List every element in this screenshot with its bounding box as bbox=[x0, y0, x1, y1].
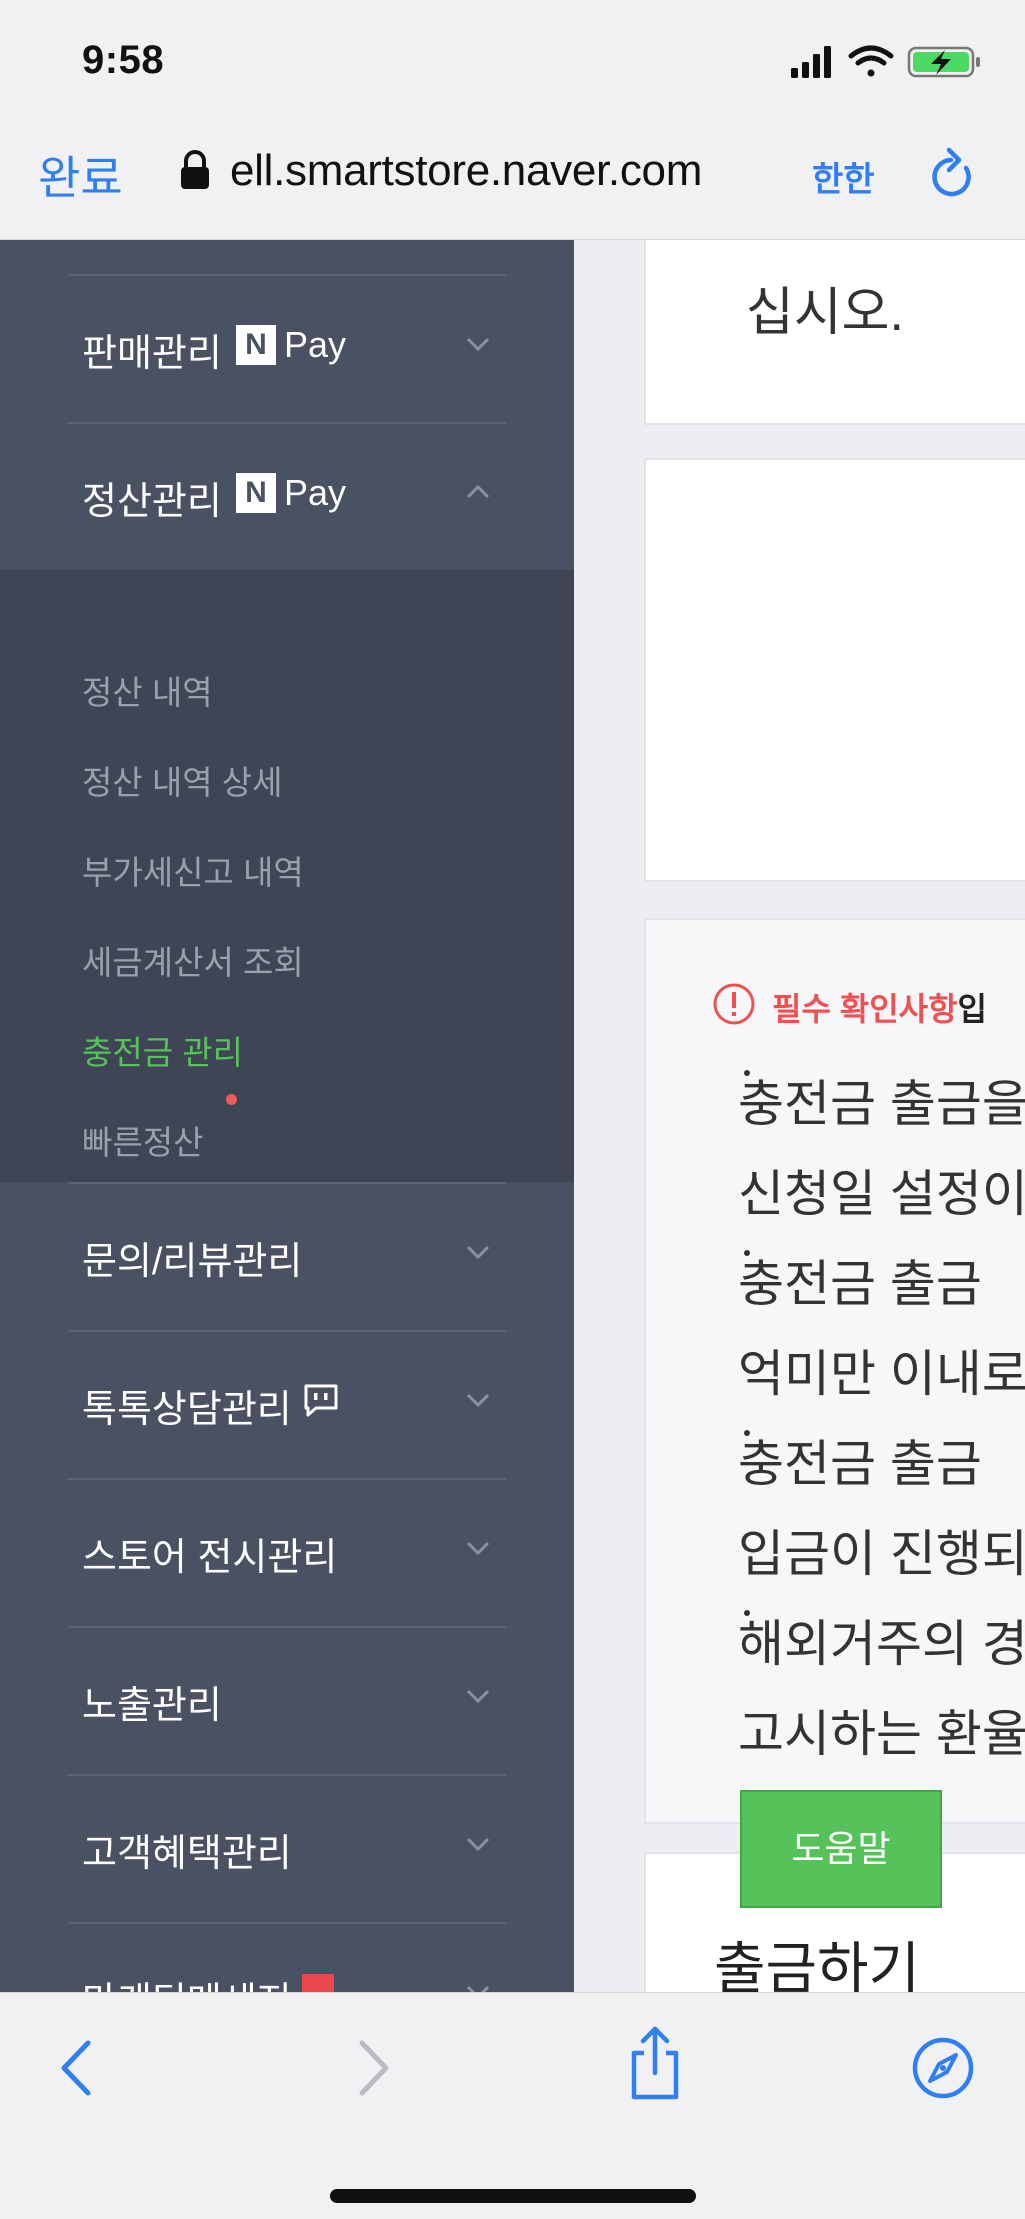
new-badge-icon bbox=[302, 1974, 334, 1992]
divider bbox=[68, 1330, 506, 1332]
chevron-down-icon bbox=[466, 1541, 490, 1556]
card-text: 십시오. bbox=[746, 284, 904, 342]
sidebar-item-store-display[interactable]: 스토어 전시관리 bbox=[0, 1478, 574, 1625]
chevron-down-icon bbox=[466, 1245, 490, 1260]
notice-heading: 필수 확인사항입 bbox=[772, 984, 987, 1030]
divider bbox=[68, 1182, 506, 1184]
pay-label: Pay bbox=[284, 472, 347, 513]
status-icons bbox=[791, 45, 980, 78]
notice-heading-tail: 입 bbox=[957, 991, 987, 1027]
submenu-settlement-detail[interactable]: 정산 내역 상세 bbox=[82, 756, 283, 804]
settlement-submenu: 정산 내역 정산 내역 상세 부가세신고 내역 세금계산서 조회 충전금 관리 … bbox=[0, 570, 574, 1182]
lock-icon bbox=[181, 150, 209, 189]
notice-line: 충전금 출금 bbox=[738, 1436, 982, 1492]
chat-bubble-icon bbox=[304, 1384, 338, 1417]
notice-line: 고시하는 환율 bbox=[738, 1706, 1025, 1762]
sidebar-item-label: 톡톡상담관리 bbox=[82, 1389, 292, 1431]
withdraw-title: 출금하기 bbox=[714, 1937, 921, 1992]
back-arrow-icon[interactable] bbox=[44, 2033, 114, 2103]
divider bbox=[68, 1774, 506, 1776]
submenu-vat-report[interactable]: 부가세신고 내역 bbox=[82, 846, 304, 894]
sidebar-item-customer-benefit[interactable]: 고객혜택관리 bbox=[0, 1774, 574, 1921]
chevron-down-icon bbox=[466, 1689, 490, 1704]
sidebar-item-label: 노출관리 bbox=[82, 1685, 222, 1727]
battery-charging-icon bbox=[907, 46, 980, 78]
divider bbox=[68, 274, 506, 276]
chevron-down-icon bbox=[466, 337, 490, 352]
sidebar-item-label: 고객혜택관리 bbox=[82, 1833, 292, 1875]
divider bbox=[68, 422, 506, 424]
naver-n-icon: N bbox=[236, 473, 276, 513]
status-time: 9:58 bbox=[82, 38, 165, 82]
chevron-down-icon bbox=[466, 1393, 490, 1408]
new-dot-indicator bbox=[226, 1094, 237, 1105]
submenu-fast-settlement[interactable]: 빠른정산 bbox=[82, 1116, 203, 1164]
divider bbox=[68, 1626, 506, 1628]
chevron-down-icon bbox=[466, 1985, 490, 1992]
notice-heading-label: 필수 확인사항 bbox=[772, 991, 958, 1027]
blank-card bbox=[644, 458, 1025, 882]
notice-line: 억미만 이내로 bbox=[738, 1346, 1025, 1402]
wifi-icon bbox=[848, 45, 894, 77]
cellular-signal-icon bbox=[791, 46, 831, 78]
main-content: 십시오. 필수 확인사항입 충전금 출금을 신청일 설정이 충전금 출금 억미만… bbox=[574, 240, 1025, 1992]
submenu-settlement-history[interactable]: 정산 내역 bbox=[82, 666, 213, 714]
browser-top-bar: 9:58 완료 ell.smartstore.naver.com 한한 bbox=[0, 0, 1025, 240]
sidebar-item-inquiry-review[interactable]: 문의/리뷰관리 bbox=[0, 1182, 574, 1329]
notice-line: 충전금 출금 bbox=[738, 1256, 982, 1312]
compass-icon[interactable] bbox=[908, 2033, 978, 2103]
chevron-down-icon bbox=[466, 1837, 490, 1852]
naver-n-icon: N bbox=[236, 325, 276, 365]
sidebar-item-label: 스토어 전시관리 bbox=[82, 1537, 338, 1579]
sidebar-item-marketing-message[interactable]: 마케팅메세지 bbox=[0, 1922, 574, 1992]
sidebar-item-label: 정산관리 bbox=[82, 481, 222, 523]
npay-badge: N Pay bbox=[236, 324, 347, 365]
submenu-tax-invoice[interactable]: 세금계산서 조회 bbox=[82, 936, 304, 984]
reload-icon[interactable] bbox=[926, 146, 976, 202]
sidebar-item-label: 문의/리뷰관리 bbox=[82, 1241, 303, 1283]
sidebar-item-settlement[interactable]: 정산관리 N Pay bbox=[0, 422, 574, 569]
notice-card: 필수 확인사항입 충전금 출금을 신청일 설정이 충전금 출금 억미만 이내로 … bbox=[644, 918, 1025, 1824]
sidebar-item-sales[interactable]: 판매관리 N Pay bbox=[0, 274, 574, 421]
sidebar-item-talktalk[interactable]: 톡톡상담관리 bbox=[0, 1330, 574, 1477]
notice-line: 신청일 설정이 bbox=[738, 1166, 1025, 1222]
chevron-up-icon bbox=[466, 484, 490, 499]
top-card: 십시오. bbox=[644, 240, 1025, 425]
notice-line: 입금이 진행되 bbox=[738, 1526, 1025, 1582]
sidebar-item-label: 판매관리 bbox=[82, 333, 222, 375]
npay-badge: N Pay bbox=[236, 472, 347, 513]
exclamation-circle-icon bbox=[713, 983, 755, 1025]
done-button[interactable]: 완료 bbox=[38, 142, 123, 208]
sidebar-menu: 판매관리 N Pay 정산관리 N Pay 정산 내역 정산 내역 상세 부가세신고… bbox=[0, 240, 574, 1992]
notice-line: 충전금 출금을 bbox=[738, 1076, 1025, 1132]
translate-button[interactable]: 한한 bbox=[812, 152, 875, 201]
help-button[interactable]: 도움말 bbox=[740, 1790, 942, 1908]
divider bbox=[68, 1478, 506, 1480]
screen: 9:58 완료 ell.smartstore.naver.com 한한 판매관리… bbox=[0, 0, 1025, 2219]
submenu-charge-management[interactable]: 충전금 관리 bbox=[82, 1026, 243, 1074]
notice-line: 해외거주의 경 bbox=[738, 1616, 1025, 1672]
address-bar-url[interactable]: ell.smartstore.naver.com bbox=[230, 146, 702, 196]
home-indicator[interactable] bbox=[330, 2189, 696, 2203]
sidebar-item-label: 마케팅메세지 bbox=[82, 1970, 292, 1992]
sidebar-item-exposure[interactable]: 노출관리 bbox=[0, 1626, 574, 1773]
pay-label: Pay bbox=[284, 324, 347, 365]
share-icon[interactable] bbox=[620, 2023, 690, 2103]
browser-toolbar bbox=[0, 1992, 1025, 2219]
divider bbox=[68, 1922, 506, 1924]
forward-arrow-icon[interactable] bbox=[336, 2033, 406, 2103]
